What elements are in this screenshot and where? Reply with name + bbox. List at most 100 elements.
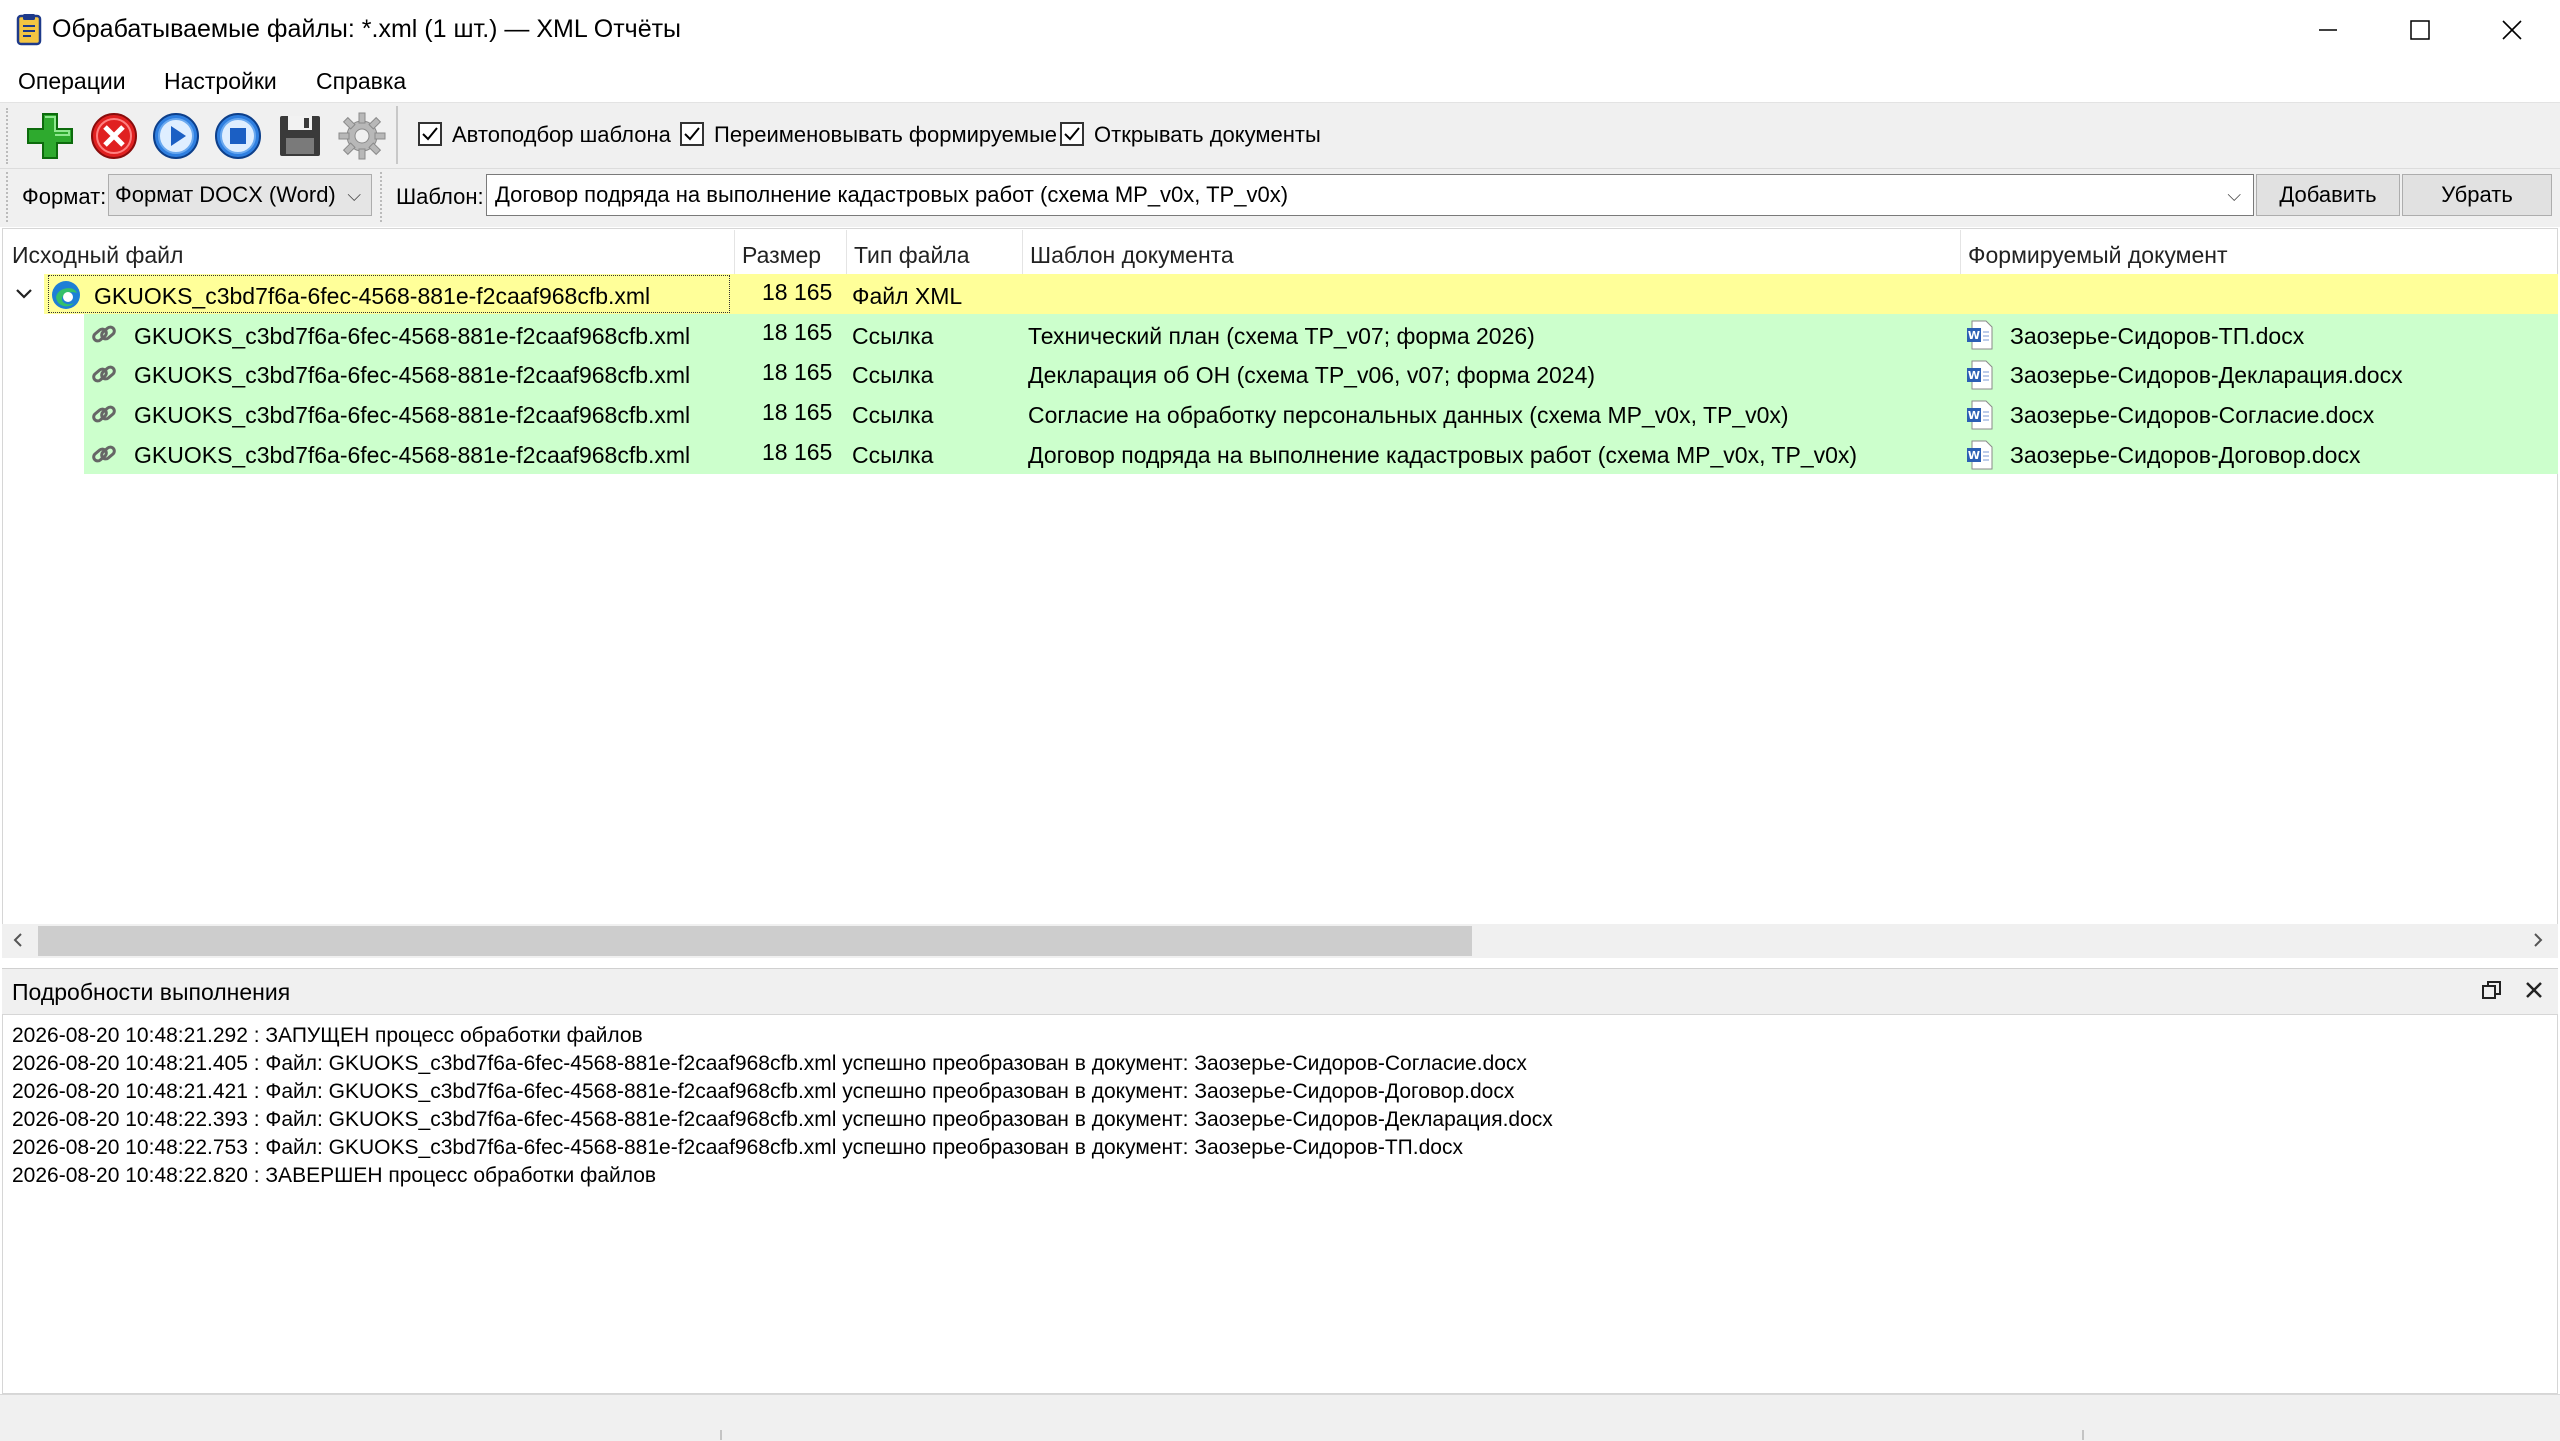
svg-text:W: W [1968, 329, 1980, 342]
chevron-down-icon: ⌵ [347, 185, 361, 205]
log-line: 2026-08-20 10:48:21.421 : Файл: GKUOKS_c… [12, 1080, 1515, 1103]
column-separator[interactable] [1022, 230, 1023, 274]
child-template: Согласие на обработку персональных данны… [1028, 402, 1789, 428]
child-file-size: 18 165 [762, 399, 833, 425]
add-icon[interactable] [24, 110, 76, 162]
child-file-name: GKUOKS_c3bd7f6a-6fec-4568-881e-f2caaf968… [134, 323, 691, 349]
menu-settings[interactable]: Настройки [164, 64, 277, 98]
log-line: 2026-08-20 10:48:22.393 : Файл: GKUOKS_c… [12, 1108, 1553, 1131]
svg-text:W: W [1968, 449, 1980, 462]
child-output: Заозерье-Сидоров-Договор.docx [2010, 442, 2361, 468]
root-file-type: Файл XML [852, 283, 963, 309]
rename-output-label: Переименовывать формируемые [714, 122, 1058, 147]
minimize-button[interactable] [2282, 0, 2374, 60]
child-template: Договор подряда на выполнение кадастровы… [1028, 442, 1858, 468]
log-line: 2026-08-20 10:48:21.405 : Файл: GKUOKS_c… [12, 1052, 1527, 1075]
word-doc-icon: W [1966, 440, 1994, 475]
status-bar [0, 1394, 2560, 1441]
child-output: Заозерье-Сидоров-Декларация.docx [2010, 362, 2403, 388]
run-icon[interactable] [150, 110, 202, 162]
word-doc-icon: W [1966, 400, 1994, 435]
format-label: Формат: [22, 184, 107, 209]
link-icon [90, 320, 118, 353]
auto-template-label: Автоподбор шаблона [452, 122, 671, 147]
menu-help[interactable]: Справка [316, 64, 406, 98]
restore-panel-icon[interactable] [2480, 978, 2504, 1007]
stop-icon[interactable] [212, 110, 264, 162]
child-file-type: Ссылка [852, 362, 934, 388]
link-icon [90, 360, 118, 393]
auto-template-checkbox[interactable] [418, 122, 442, 146]
child-file-name: GKUOKS_c3bd7f6a-6fec-4568-881e-f2caaf968… [134, 402, 691, 428]
log-line: 2026-08-20 10:48:22.753 : Файл: GKUOKS_c… [12, 1136, 1463, 1159]
status-separator [2082, 1430, 2084, 1440]
xml-file-icon [50, 279, 82, 316]
maximize-icon [2410, 20, 2430, 40]
close-icon [2502, 20, 2522, 40]
column-header-size[interactable]: Размер [742, 238, 821, 272]
check-icon [684, 127, 700, 141]
details-panel-header [2, 968, 2558, 1015]
check-icon [1064, 127, 1080, 141]
svg-text:W: W [1968, 369, 1980, 382]
expand-chevron-icon[interactable] [14, 284, 34, 309]
word-doc-icon: W [1966, 320, 1994, 355]
column-header-source[interactable]: Исходный файл [12, 238, 183, 272]
child-file-size: 18 165 [762, 439, 833, 465]
maximize-button[interactable] [2374, 0, 2466, 60]
status-separator [720, 1430, 722, 1440]
check-icon [422, 127, 438, 141]
child-template: Технический план (схема TP_v07; форма 20… [1028, 323, 1535, 349]
child-file-size: 18 165 [762, 319, 833, 345]
root-file-size: 18 165 [762, 279, 833, 305]
column-header-output[interactable]: Формируемый документ [1968, 238, 2228, 272]
remove-template-button[interactable]: Убрать [2402, 174, 2552, 216]
open-documents-checkbox[interactable] [1060, 122, 1084, 146]
column-header-template[interactable]: Шаблон документа [1030, 238, 1234, 272]
column-header-type[interactable]: Тип файла [854, 238, 970, 272]
scrollbar-thumb[interactable] [38, 926, 1472, 956]
template-label: Шаблон: [396, 184, 484, 209]
log-line: 2026-08-20 10:48:22.820 : ЗАВЕРШЕН проце… [12, 1164, 657, 1187]
settings-icon[interactable] [336, 110, 388, 162]
rename-output-checkbox[interactable] [680, 122, 704, 146]
toolbar-separator [396, 106, 398, 164]
toolbar-grip [6, 108, 12, 164]
svg-text:W: W [1968, 409, 1980, 422]
scroll-left-icon[interactable] [10, 930, 26, 955]
formatbar-grip-2 [380, 172, 386, 222]
format-select-value: Формат DOCX (Word) [115, 182, 336, 207]
formatbar-grip [6, 172, 12, 222]
details-panel-title: Подробности выполнения [12, 979, 291, 1005]
add-template-button[interactable]: Добавить [2256, 174, 2400, 216]
child-file-type: Ссылка [852, 402, 934, 428]
open-documents-label: Открывать документы [1094, 122, 1321, 147]
window-title: Обрабатываемые файлы: *.xml (1 шт.) — XM… [52, 15, 682, 43]
child-file-name: GKUOKS_c3bd7f6a-6fec-4568-881e-f2caaf968… [134, 362, 691, 388]
link-icon [90, 400, 118, 433]
app-icon [14, 12, 44, 46]
column-separator[interactable] [1960, 230, 1961, 274]
format-select[interactable]: Формат DOCX (Word) ⌵ [108, 174, 372, 216]
child-output: Заозерье-Сидоров-Согласие.docx [2010, 402, 2375, 428]
column-separator[interactable] [734, 230, 735, 274]
child-file-size: 18 165 [762, 359, 833, 385]
scroll-right-icon[interactable] [2530, 930, 2546, 955]
child-file-name: GKUOKS_c3bd7f6a-6fec-4568-881e-f2caaf968… [134, 442, 691, 468]
save-icon[interactable] [274, 110, 326, 162]
root-file-name: GKUOKS_c3bd7f6a-6fec-4568-881e-f2caaf968… [94, 283, 651, 309]
link-icon [90, 440, 118, 473]
menu-operations[interactable]: Операции [18, 64, 126, 98]
chevron-down-icon: ⌵ [2227, 185, 2241, 205]
template-select-value: Договор подряда на выполнение кадастровы… [495, 182, 1289, 207]
delete-icon[interactable] [88, 110, 140, 162]
word-doc-icon: W [1966, 360, 1994, 395]
column-separator[interactable] [846, 230, 847, 274]
close-button[interactable] [2466, 0, 2558, 60]
template-select[interactable]: Договор подряда на выполнение кадастровы… [486, 174, 2254, 216]
child-output: Заозерье-Сидоров-ТП.docx [2010, 323, 2305, 349]
close-panel-icon[interactable] [2522, 978, 2546, 1007]
log-line: 2026-08-20 10:48:21.292 : ЗАПУЩЕН процес… [12, 1024, 643, 1047]
minimize-icon [2319, 29, 2337, 31]
child-file-type: Ссылка [852, 442, 934, 468]
